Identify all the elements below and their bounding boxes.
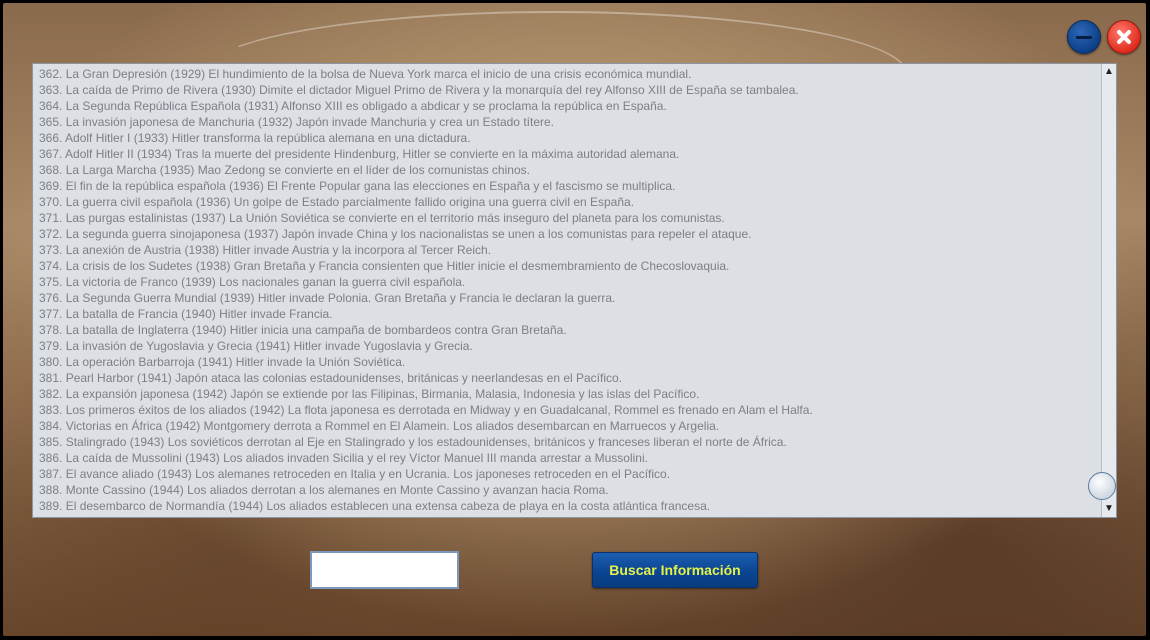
list-item[interactable]: 373. La anexión de Austria (1938) Hitler… (39, 242, 1098, 258)
list-item[interactable]: 369. El fin de la república española (19… (39, 178, 1098, 194)
close-button[interactable] (1107, 20, 1141, 54)
list-item[interactable]: 382. La expansión japonesa (1942) Japón … (39, 386, 1098, 402)
list-item[interactable]: 366. Adolf Hitler I (1933) Hitler transf… (39, 130, 1098, 146)
list-item[interactable]: 379. La invasión de Yugoslavia y Grecia … (39, 338, 1098, 354)
list-item[interactable]: 383. Los primeros éxitos de los aliados … (39, 402, 1098, 418)
list-item[interactable]: 362. La Gran Depresión (1929) El hundimi… (39, 66, 1098, 82)
events-list-content: 362. La Gran Depresión (1929) El hundimi… (39, 66, 1098, 515)
list-item[interactable]: 388. Monte Cassino (1944) Los aliados de… (39, 482, 1098, 498)
list-item[interactable]: 372. La segunda guerra sinojaponesa (193… (39, 226, 1098, 242)
list-item[interactable]: 376. La Segunda Guerra Mundial (1939) Hi… (39, 290, 1098, 306)
list-item[interactable]: 371. Las purgas estalinistas (1937) La U… (39, 210, 1098, 226)
list-item[interactable]: 389. El desembarco de Normandía (1944) L… (39, 498, 1098, 514)
list-item[interactable]: 364. La Segunda República Española (1931… (39, 98, 1098, 114)
list-item[interactable]: 380. La operación Barbarroja (1941) Hitl… (39, 354, 1098, 370)
list-item[interactable]: 374. La crisis de los Sudetes (1938) Gra… (39, 258, 1098, 274)
list-item[interactable]: 365. La invasión japonesa de Manchuria (… (39, 114, 1098, 130)
search-input[interactable] (310, 551, 459, 589)
list-item[interactable]: 381. Pearl Harbor (1941) Japón ataca las… (39, 370, 1098, 386)
list-item[interactable]: 363. La caída de Primo de Rivera (1930) … (39, 82, 1098, 98)
minimize-button[interactable] (1067, 20, 1101, 54)
list-item[interactable]: 384. Victorias en África (1942) Montgome… (39, 418, 1098, 434)
list-item[interactable]: 367. Adolf Hitler II (1934) Tras la muer… (39, 146, 1098, 162)
list-item[interactable]: 378. La batalla de Inglaterra (1940) Hit… (39, 322, 1098, 338)
list-item[interactable]: 385. Stalingrado (1943) Los soviéticos d… (39, 434, 1098, 450)
list-item[interactable]: 377. La batalla de Francia (1940) Hitler… (39, 306, 1098, 322)
list-item[interactable]: 375. La victoria de Franco (1939) Los na… (39, 274, 1098, 290)
list-item[interactable]: 387. El avance aliado (1943) Los alemane… (39, 466, 1098, 482)
vertical-scrollbar[interactable]: ▲ ▼ (1088, 64, 1116, 517)
scroll-up-arrow-icon[interactable]: ▲ (1102, 65, 1116, 79)
scroll-thumb[interactable] (1088, 472, 1116, 500)
minimize-icon (1076, 36, 1092, 39)
events-list[interactable]: 362. La Gran Depresión (1929) El hundimi… (32, 63, 1117, 518)
list-item[interactable]: 370. La guerra civil española (1936) Un … (39, 194, 1098, 210)
list-item[interactable]: 368. La Larga Marcha (1935) Mao Zedong s… (39, 162, 1098, 178)
list-item[interactable]: 386. La caída de Mussolini (1943) Los al… (39, 450, 1098, 466)
search-button[interactable]: Buscar Información (592, 552, 758, 588)
scroll-down-arrow-icon[interactable]: ▼ (1102, 502, 1116, 516)
